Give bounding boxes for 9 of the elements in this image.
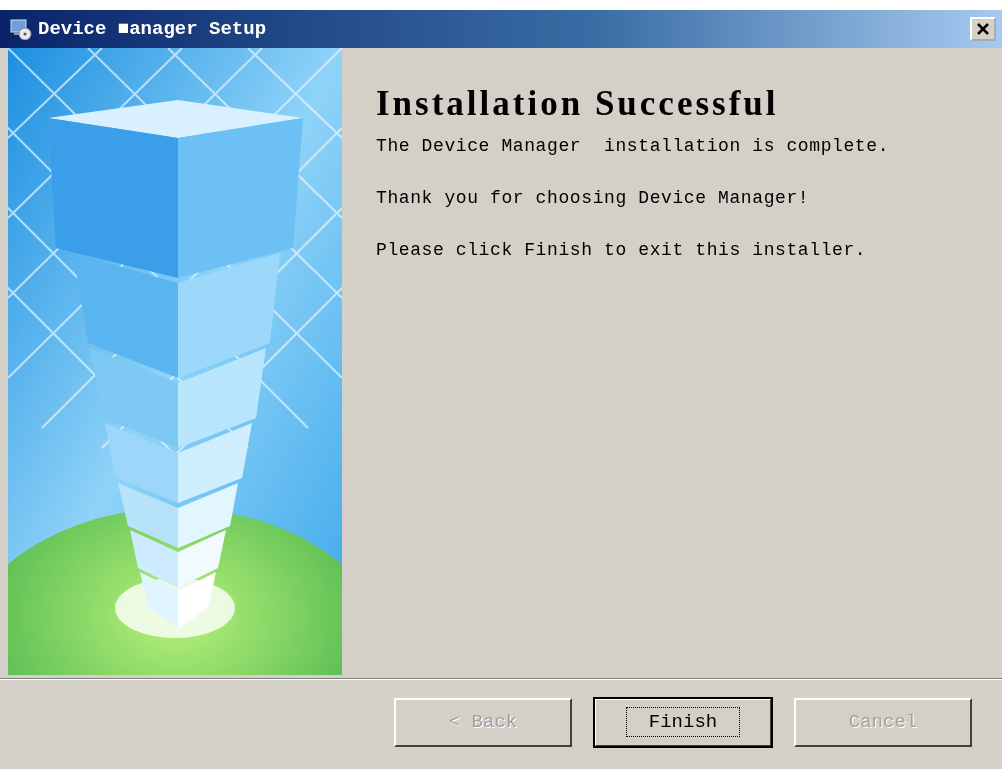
message-text: Thank you for choosing Device Manager!	[376, 186, 811, 210]
dialog-button[interactable]: Finish	[594, 698, 772, 747]
message-text: The Device Manager installation is complete.	[376, 134, 890, 158]
computer-disc-icon	[10, 18, 32, 40]
close-button[interactable]	[970, 17, 996, 41]
window-title: Device ■anager Setup	[38, 16, 267, 42]
message-text: Please click Finish to exit this installer.	[376, 238, 868, 262]
heading: Installation Successful	[376, 83, 780, 125]
close-icon	[976, 23, 990, 35]
